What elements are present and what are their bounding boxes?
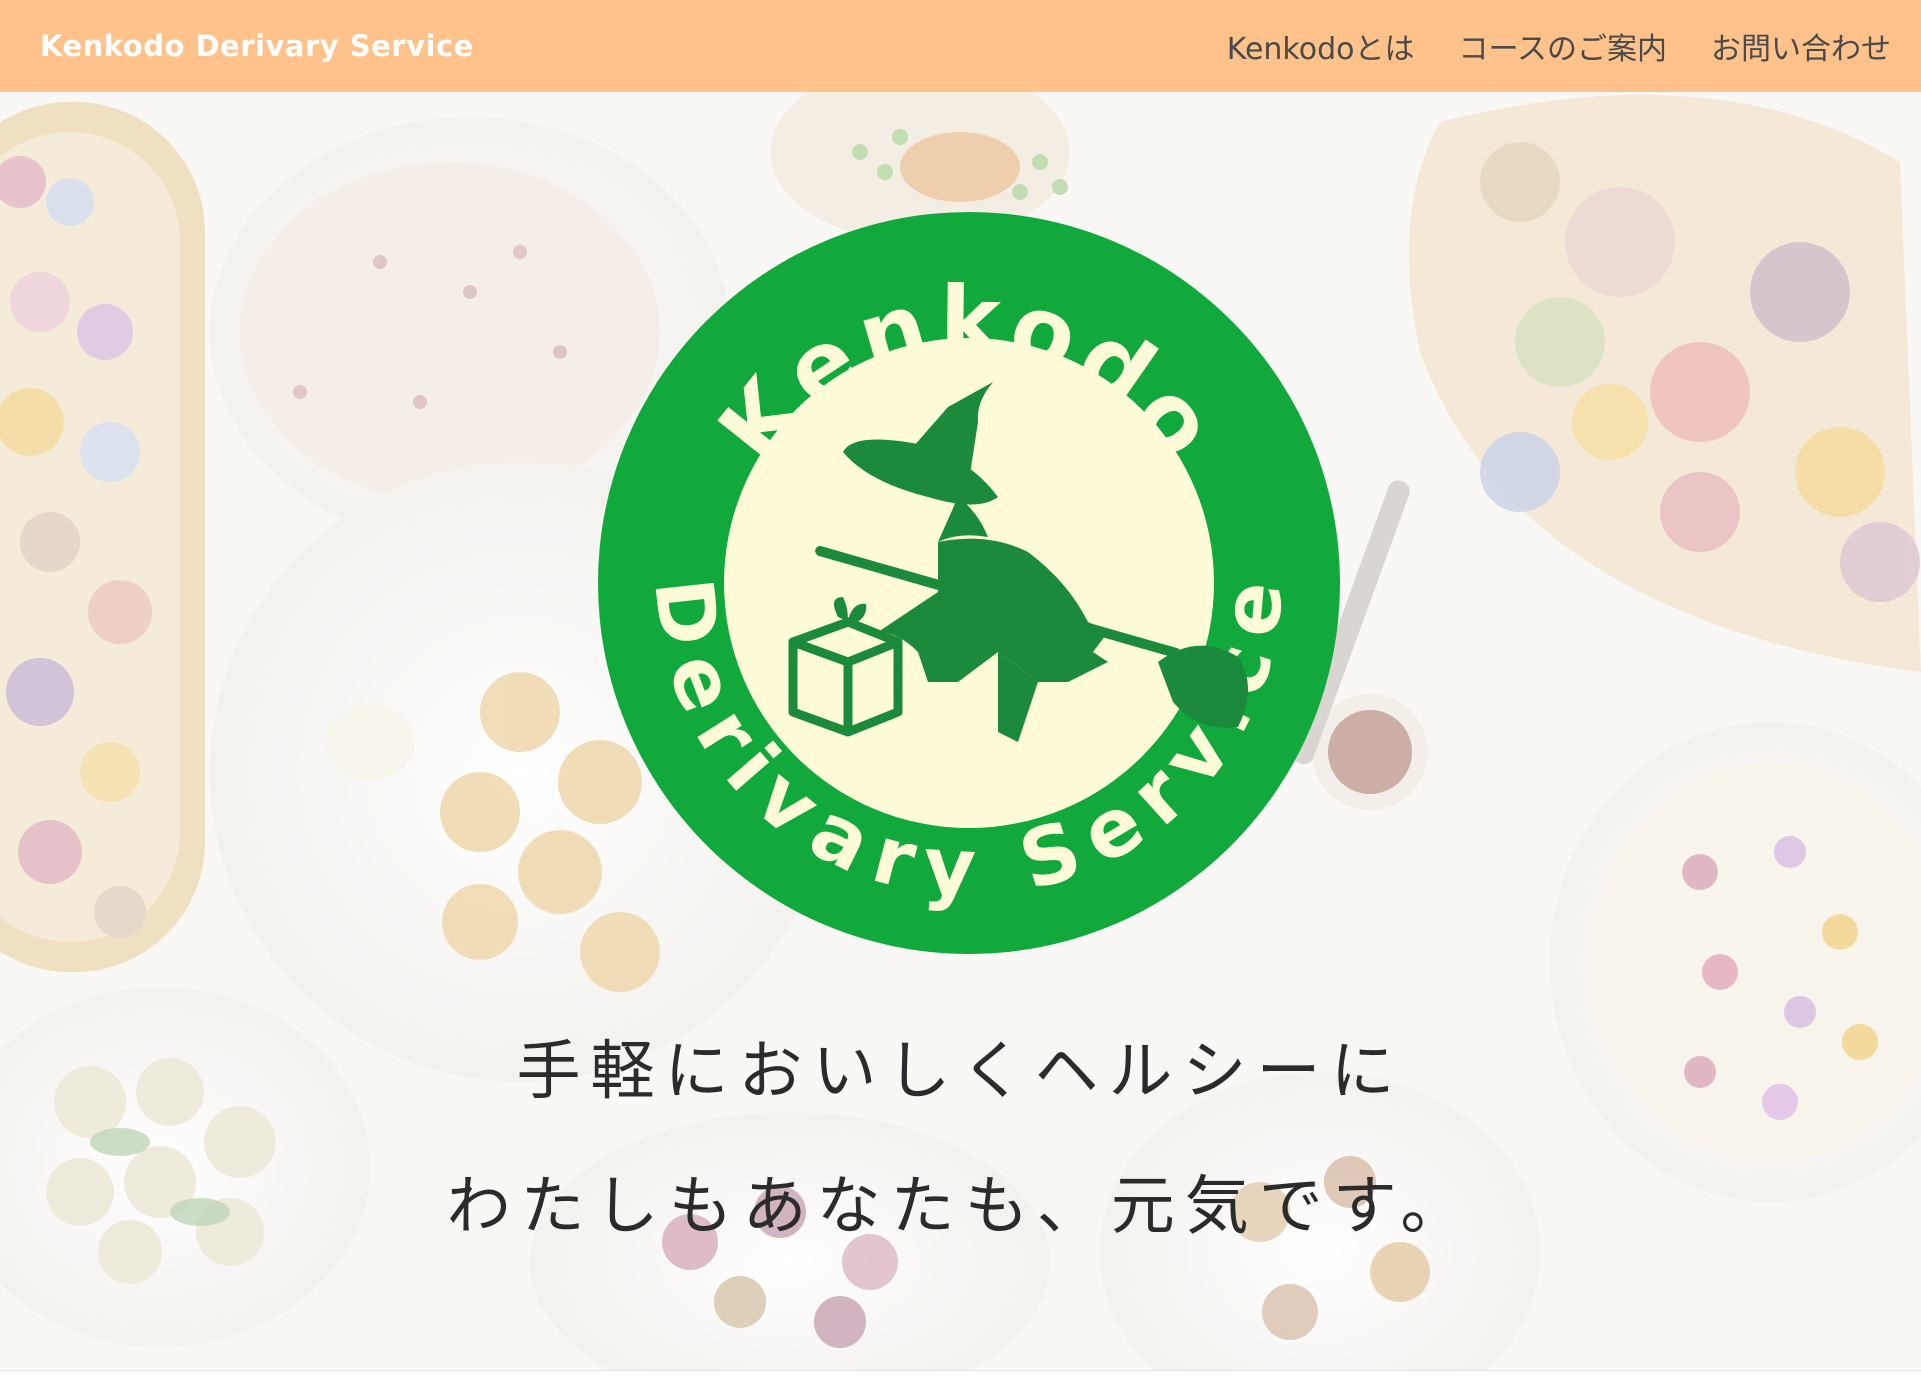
main-nav: Kenkodoとは コースのご案内 お問い合わせ [1227,24,1891,68]
site-brand[interactable]: Kenkodo Derivary Service [40,29,474,63]
hero-section: Kenkodo Derivary Service 手軽においしく [0,92,1921,1370]
nav-item-contact[interactable]: お問い合わせ [1711,24,1891,68]
kenkodo-logo: Kenkodo Derivary Service [598,212,1340,954]
hero-tagline-line2: わたしもあなたも、元気です。 [446,1170,1475,1244]
nav-item-about[interactable]: Kenkodoとは [1227,24,1415,68]
hero-tagline-line1: 手軽においしくヘルシーに [516,1035,1405,1109]
site-header: Kenkodo Derivary Service Kenkodoとは コースのご… [0,0,1921,92]
page-bottom-edge [0,1370,1921,1385]
nav-item-courses[interactable]: コースのご案内 [1459,24,1668,68]
